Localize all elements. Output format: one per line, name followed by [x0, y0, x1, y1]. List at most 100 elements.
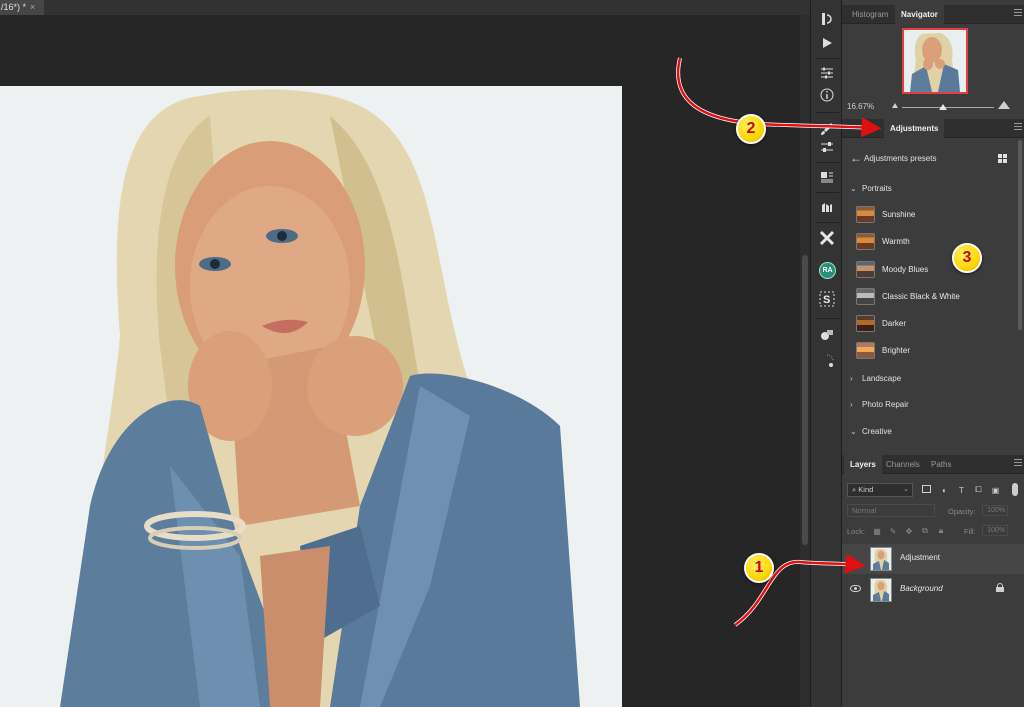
s-plugin-icon[interactable]: S [817, 290, 837, 308]
chevron-down-icon: ⌄ [850, 183, 857, 193]
close-tab-icon[interactable]: × [30, 2, 35, 12]
tab-channels[interactable]: Channels [880, 455, 926, 474]
visibility-toggle[interactable] [850, 553, 861, 562]
info-icon[interactable] [817, 86, 837, 104]
ra-plugin-icon[interactable]: RA [819, 262, 836, 279]
navigator-thumbnail[interactable] [902, 28, 968, 94]
panel-menu-icon[interactable] [1014, 123, 1022, 130]
group-landscape[interactable]: › Landscape [850, 371, 901, 385]
libraries-icon[interactable] [817, 198, 837, 216]
portrait-photo [0, 86, 622, 707]
shape-filter-icon[interactable]: ⧠ [973, 485, 984, 495]
lock-position-icon[interactable]: ✥ [904, 526, 914, 536]
history-brush-icon[interactable] [817, 10, 837, 28]
opacity-label: Opacity: [948, 507, 976, 516]
blend-mode-select[interactable]: Normal [847, 504, 935, 517]
layers-filter-bar: ⌕ Kind ⌄ ◐ T ⧠ ▣ [842, 480, 1024, 500]
smart-object-filter-icon[interactable]: ▣ [990, 485, 1001, 495]
zoom-slider-knob[interactable] [939, 104, 947, 110]
svg-text:S: S [823, 294, 830, 306]
chevron-right-icon: › [850, 373, 853, 383]
tab-paths[interactable]: Paths [925, 455, 957, 474]
chevron-right-icon: › [850, 399, 853, 409]
document-tab-bar [44, 0, 810, 15]
layer-thumbnail [870, 578, 892, 602]
fill-value[interactable]: 100% [982, 525, 1008, 536]
zoom-in-icon[interactable] [998, 101, 1010, 109]
lock-artboard-icon[interactable]: ⧉ [920, 526, 930, 536]
preset-thumbnail [856, 287, 875, 305]
filter-kind-select[interactable]: ⌕ Kind ⌄ [847, 483, 913, 497]
right-panels: Histogram Navigator 16.67% Adjustments ←… [842, 0, 1024, 707]
panel-menu-icon[interactable] [1014, 459, 1022, 466]
progress-icon[interactable] [817, 352, 837, 370]
tab-layers[interactable]: Layers [844, 455, 882, 474]
navigator-panel-tabs: Histogram Navigator [842, 5, 1024, 24]
preset-classic-black-white[interactable]: Classic Black & White [856, 286, 960, 306]
search-icon: ⌕ [852, 485, 857, 494]
x-plugin-icon[interactable] [817, 229, 837, 247]
preset-label: Darker [882, 318, 907, 328]
play-icon[interactable] [817, 34, 837, 52]
scrollbar-thumb[interactable] [802, 255, 808, 545]
grid-view-icon[interactable] [998, 154, 1007, 163]
zoom-slider[interactable] [902, 107, 994, 108]
adjustments-scrollbar[interactable] [1018, 140, 1022, 330]
adjustment-filter-icon[interactable]: ◐ [939, 485, 950, 495]
document-tab[interactable]: /16*) * × [0, 0, 44, 15]
patterns-icon[interactable] [817, 326, 837, 344]
preset-warmth[interactable]: Warmth [856, 231, 910, 251]
lock-transparent-icon[interactable]: ▦ [872, 526, 882, 536]
preset-label: Sunshine [882, 209, 916, 219]
group-label: Landscape [862, 373, 902, 383]
back-arrow-icon[interactable]: ← [850, 151, 862, 165]
preset-label: Warmth [882, 236, 910, 246]
lock-all-icon[interactable]: 🔒︎ [936, 526, 946, 536]
preset-moody-blues[interactable]: Moody Blues [856, 259, 928, 279]
tab-histogram[interactable]: Histogram [846, 5, 894, 24]
type-filter-icon[interactable]: T [956, 485, 967, 495]
blend-row: Normal Opacity: 100% [842, 502, 1024, 520]
document-tab-label: /16*) * [1, 2, 27, 12]
annotation-callout-2: 2 [736, 114, 766, 144]
layers-panel-tabs: Layers Channels Paths [842, 455, 1024, 474]
canvas-area[interactable] [0, 15, 800, 707]
canvas-vertical-scrollbar[interactable] [800, 15, 810, 707]
group-label: Portraits [862, 183, 892, 193]
pixel-filter-icon[interactable] [922, 485, 931, 493]
preset-thumbnail [856, 232, 875, 250]
brush-icon[interactable] [817, 120, 837, 138]
sliders-icon[interactable] [817, 64, 837, 82]
eye-icon[interactable] [850, 585, 861, 592]
zoom-value[interactable]: 16.67% [847, 102, 874, 111]
filter-toggle[interactable] [1012, 483, 1018, 496]
document-image[interactable] [0, 86, 622, 707]
adjustments-header: ← Adjustments presets [842, 148, 1024, 170]
adjustments-panel-tabs: Adjustments [842, 119, 1024, 138]
opacity-value[interactable]: 100% [982, 505, 1008, 516]
layer-row-background[interactable]: Background [842, 575, 1024, 605]
preset-thumbnail [856, 314, 875, 332]
preset-brighter[interactable]: Brighter [856, 340, 910, 360]
navigator-zoom-row: 16.67% [842, 98, 1024, 116]
preset-darker[interactable]: Darker [856, 313, 906, 333]
zoom-out-icon[interactable] [892, 103, 898, 108]
preset-thumbnail [856, 260, 875, 278]
group-portraits[interactable]: ⌄ Portraits [850, 181, 892, 195]
layer-name[interactable]: Background [900, 584, 943, 593]
tab-adjustments[interactable]: Adjustments [884, 119, 945, 138]
lock-pixels-icon[interactable]: ✎ [888, 526, 898, 536]
preset-sunshine[interactable]: Sunshine [856, 204, 915, 224]
preset-label: Classic Black & White [882, 291, 960, 301]
stamp-icon[interactable] [817, 168, 837, 186]
tab-navigator[interactable]: Navigator [895, 5, 944, 24]
layer-row-adjustment[interactable]: Adjustment [842, 544, 1024, 574]
properties-icon[interactable] [817, 138, 837, 156]
layer-thumbnail [870, 547, 892, 571]
panel-menu-icon[interactable] [1014, 9, 1022, 16]
preset-label: Brighter [882, 345, 911, 355]
layer-name[interactable]: Adjustment [900, 553, 940, 562]
group-photo-repair[interactable]: › Photo Repair [850, 397, 909, 411]
group-label: Photo Repair [862, 399, 909, 409]
group-creative[interactable]: ⌄ Creative [850, 424, 892, 438]
